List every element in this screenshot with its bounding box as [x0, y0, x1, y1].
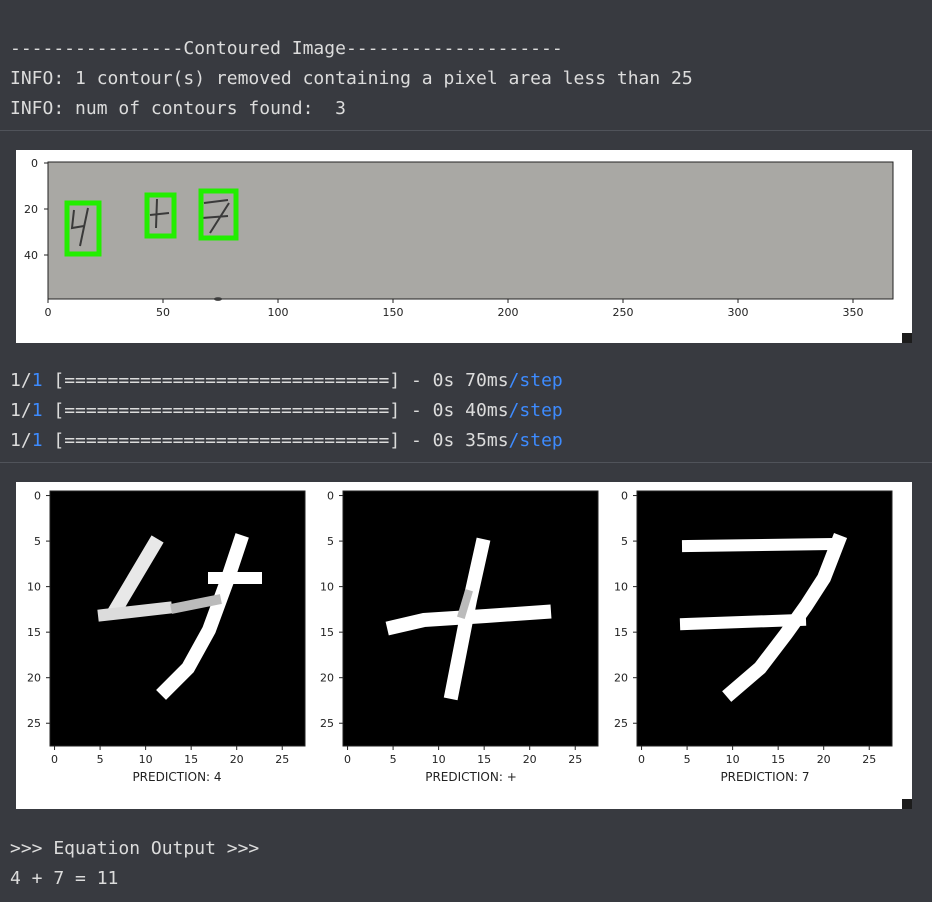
- progress-line-1: 1/1 [==============================] - 0…: [10, 370, 563, 391]
- x-tick-label-25: 25: [568, 753, 582, 766]
- contoured-image-plot: 0 20 40 0 50 100 150 200 250 300 350: [24, 157, 894, 319]
- y-tick-label-20: 20: [27, 672, 41, 685]
- x-tick-label-10: 10: [432, 753, 446, 766]
- predictions-plot: PREDICTION: 4 PREDICTION: + PREDICTION: …: [27, 490, 893, 784]
- y-tick-label-5: 5: [621, 535, 628, 548]
- prediction-panel-2: PREDICTION: +: [342, 490, 599, 784]
- y-tick-label-0: 0: [621, 490, 628, 503]
- y-tick-20: 20: [24, 203, 38, 216]
- x-tick-label-5: 5: [390, 753, 397, 766]
- y-tick-label-20: 20: [320, 672, 334, 685]
- x-tick-label-15: 15: [477, 753, 491, 766]
- y-tick-label-25: 25: [320, 717, 334, 730]
- cell-separator: [0, 130, 932, 131]
- x-tick-label-25: 25: [862, 753, 876, 766]
- output-line-contours-removed: INFO: 1 contour(s) removed containing a …: [10, 68, 693, 89]
- y-tick-40: 40: [24, 249, 38, 262]
- y-tick-label-25: 25: [27, 717, 41, 730]
- digit-image-1: [50, 491, 305, 746]
- y-tick-label-0: 0: [327, 490, 334, 503]
- y-tick-label-15: 15: [27, 626, 41, 639]
- y-tick-label-20: 20: [614, 672, 628, 685]
- progress-line-2: 1/1 [==============================] - 0…: [10, 400, 563, 421]
- prediction-label-2: PREDICTION: +: [425, 770, 517, 784]
- y-tick-label-25: 25: [614, 717, 628, 730]
- x-tick-250: 250: [613, 306, 634, 319]
- progress-line-3: 1/1 [==============================] - 0…: [10, 430, 563, 451]
- y-tick-0: 0: [31, 157, 38, 170]
- equation-header: >>> Equation Output >>>: [10, 838, 260, 859]
- x-tick-label-0: 0: [51, 753, 58, 766]
- y-tick-label-10: 10: [320, 581, 334, 594]
- x-tick-label-15: 15: [771, 753, 785, 766]
- x-tick-label-5: 5: [684, 753, 691, 766]
- y-tick-label-10: 10: [27, 581, 41, 594]
- y-tick-label-15: 15: [320, 626, 334, 639]
- equation-result: 4 + 7 = 11: [10, 868, 119, 889]
- y-tick-label-5: 5: [34, 535, 41, 548]
- x-tick-label-20: 20: [817, 753, 831, 766]
- prediction-label-3: PREDICTION: 7: [720, 770, 809, 784]
- contoured-image-figure: 0 20 40 0 50 100 150 200 250 300 350: [16, 150, 912, 343]
- prediction-label-1: PREDICTION: 4: [132, 770, 221, 784]
- resize-handle[interactable]: [902, 333, 912, 343]
- output-line-contours-found: INFO: num of contours found: 3: [10, 98, 346, 119]
- x-tick-label-20: 20: [230, 753, 244, 766]
- x-tick-label-0: 0: [344, 753, 351, 766]
- y-tick-label-0: 0: [34, 490, 41, 503]
- x-tick-200: 200: [498, 306, 519, 319]
- x-tick-300: 300: [728, 306, 749, 319]
- x-tick-label-20: 20: [523, 753, 537, 766]
- predictions-figure: PREDICTION: 4 PREDICTION: + PREDICTION: …: [16, 482, 912, 809]
- y-tick-label-5: 5: [327, 535, 334, 548]
- x-tick-label-15: 15: [184, 753, 198, 766]
- y-tick-label-15: 15: [614, 626, 628, 639]
- prediction-panel-3: PREDICTION: 7: [636, 490, 893, 784]
- cell-separator: [0, 462, 932, 463]
- x-tick-100: 100: [268, 306, 289, 319]
- x-tick-50: 50: [156, 306, 170, 319]
- x-tick-150: 150: [383, 306, 404, 319]
- x-tick-label-10: 10: [139, 753, 153, 766]
- x-tick-0: 0: [45, 306, 52, 319]
- x-tick-label-5: 5: [97, 753, 104, 766]
- x-tick-350: 350: [843, 306, 864, 319]
- x-tick-label-25: 25: [275, 753, 289, 766]
- output-line-contoured-header: ----------------Contoured Image---------…: [10, 38, 563, 59]
- prediction-panel-1: PREDICTION: 4: [49, 490, 306, 784]
- x-tick-label-10: 10: [726, 753, 740, 766]
- x-tick-label-0: 0: [638, 753, 645, 766]
- resize-handle[interactable]: [902, 799, 912, 809]
- y-tick-label-10: 10: [614, 581, 628, 594]
